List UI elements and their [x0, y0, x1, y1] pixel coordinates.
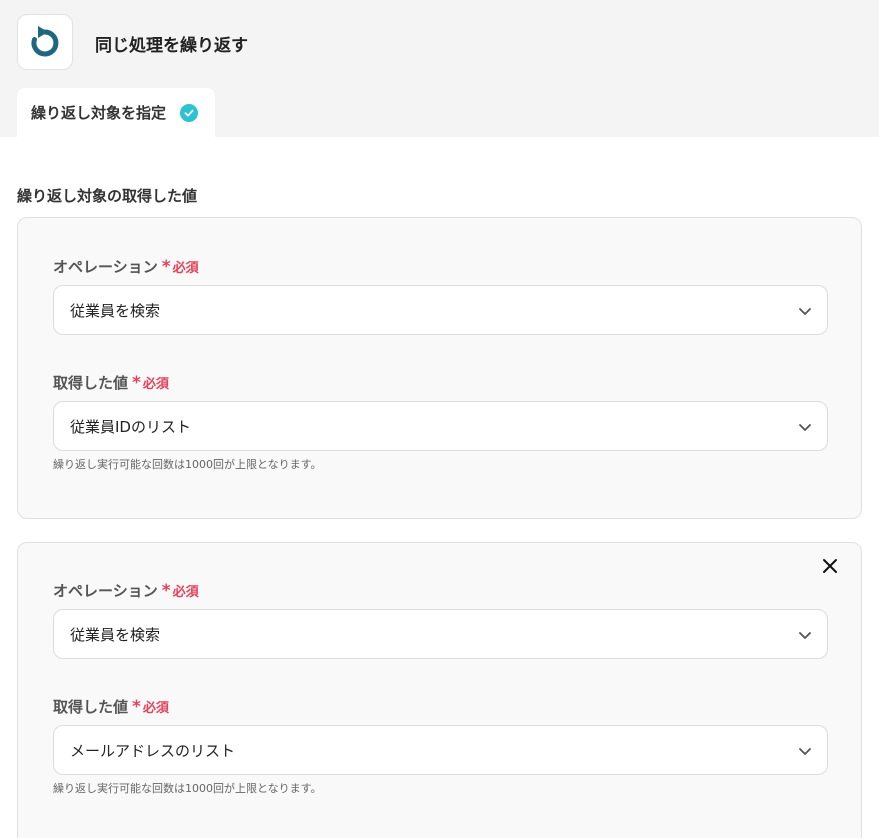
required-star: *	[161, 581, 171, 601]
acquired-value-select[interactable]: 従業員IDのリスト	[53, 401, 828, 451]
acquired-value-select[interactable]: メールアドレスのリスト	[53, 725, 828, 775]
operation-selected-value: 従業員を検索	[70, 625, 161, 644]
close-icon[interactable]	[821, 557, 839, 575]
loop-limit-hint: 繰り返し実行可能な回数は1000回が上限となります。	[53, 458, 322, 471]
tab-specify-loop-target[interactable]: 繰り返し対象を指定	[17, 88, 215, 137]
acquired-value-selected: 従業員IDのリスト	[70, 417, 191, 436]
required-text: 必須	[172, 261, 199, 276]
acquired-value-label: 取得した値 * 必須	[53, 697, 169, 717]
tab-label: 繰り返し対象を指定	[31, 104, 167, 122]
operation-label: オペレーション * 必須	[53, 581, 199, 601]
page-title: 同じ処理を繰り返す	[95, 36, 248, 56]
acquired-value-label: 取得した値 * 必須	[53, 373, 169, 393]
required-text: 必須	[142, 377, 169, 392]
required-star: *	[132, 697, 141, 717]
chevron-down-icon	[799, 632, 811, 639]
operation-label: オペレーション * 必須	[53, 257, 199, 277]
operation-select[interactable]: 従業員を検索	[53, 285, 828, 335]
loop-limit-hint: 繰り返し実行可能な回数は1000回が上限となります。	[53, 782, 322, 795]
app-header: 同じ処理を繰り返す 繰り返し対象を指定	[0, 0, 879, 137]
chevron-down-icon	[799, 748, 811, 755]
required-text: 必須	[172, 585, 199, 600]
loop-target-card: オペレーション * 必須 従業員を検索 取得した値 * 必須 メールアドレスのリ…	[17, 542, 862, 838]
section-title: 繰り返し対象の取得した値	[17, 187, 198, 205]
loop-arrow-icon	[17, 14, 73, 70]
required-text: 必須	[142, 701, 169, 716]
operation-select[interactable]: 従業員を検索	[53, 609, 828, 659]
required-star: *	[161, 257, 171, 277]
acquired-value-selected: メールアドレスのリスト	[70, 741, 236, 760]
chevron-down-icon	[799, 308, 811, 315]
required-star: *	[132, 373, 141, 393]
operation-selected-value: 従業員を検索	[70, 301, 161, 320]
chevron-down-icon	[799, 424, 811, 431]
check-icon	[180, 103, 199, 122]
loop-target-card: オペレーション * 必須 従業員を検索 取得した値 * 必須 従業員IDのリスト…	[17, 217, 862, 519]
